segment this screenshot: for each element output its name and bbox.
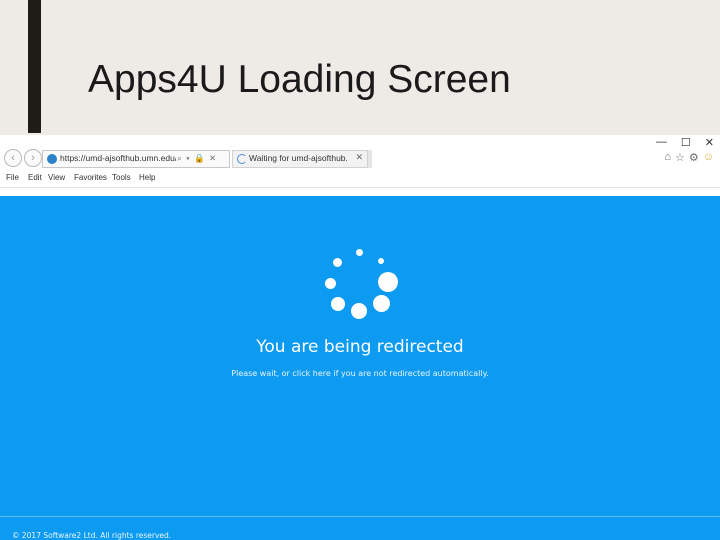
home-icon[interactable]: ⌂ [664,151,671,164]
settings-gear-icon[interactable]: ⚙ [689,151,699,164]
menu-help[interactable]: Help [139,173,155,182]
feedback-smiley-icon[interactable]: ☺ [703,151,714,164]
back-button[interactable]: ‹ [4,149,22,167]
minimize-icon[interactable]: — [656,136,667,149]
favorites-star-icon[interactable]: ☆ [675,151,685,164]
maximize-icon[interactable]: ☐ [681,136,691,149]
spinner-dot [351,303,367,319]
spinner-dot [378,272,398,292]
spinner-dot [325,278,336,289]
redirect-heading: You are being redirected [256,337,464,357]
menu-edit[interactable]: Edit [28,173,42,182]
spinner-dot [333,258,342,267]
address-bar[interactable]: https://umd-ajsofthub.umn.edu/sso ⌕ ▾ 🔒 … [42,150,230,168]
new-tab-area[interactable] [368,150,372,168]
menu-file[interactable]: File [6,173,19,182]
browser-tab[interactable]: Waiting for umd-ajsofthub.... ✕ [232,150,368,168]
footer-divider [0,516,720,517]
copyright-text: © 2017 Software2 Ltd. All rights reserve… [12,531,172,540]
tab-close-icon[interactable]: ✕ [355,152,363,163]
slide-title: Apps4U Loading Screen [88,58,511,101]
spinner-dot [331,297,345,311]
spinner-dot [378,258,384,264]
spinner-dot [356,249,363,256]
redirect-link[interactable]: Please wait, or click here if you are no… [0,369,720,378]
slide-accent-bar [28,0,41,133]
browser-toolbar-icons: ⌂ ☆ ⚙ ☺ [664,151,714,164]
loading-spinner [0,196,720,540]
tab-title: Waiting for umd-ajsofthub.... [249,153,347,163]
address-actions[interactable]: ⌕ ▾ 🔒 ✕ [177,153,217,164]
browser-top-bar: ‹ › https://umd-ajsofthub.umn.edu/sso ⌕ … [0,135,720,169]
spinner-dot [373,295,390,312]
menu-bar: File Edit View Favorites Tools Help [0,169,720,188]
menu-favorites[interactable]: Favorites [74,173,107,182]
browser-screenshot: ‹ › https://umd-ajsofthub.umn.edu/sso ⌕ … [0,135,720,540]
ie-logo-icon [47,154,57,164]
tab-loading-icon [237,154,247,164]
redirect-page: You are being redirected Please wait, or… [0,196,720,540]
menu-view[interactable]: View [48,173,65,182]
forward-button[interactable]: › [24,149,42,167]
close-window-icon[interactable]: ✕ [705,136,714,149]
menu-tools[interactable]: Tools [112,173,131,182]
address-url: https://umd-ajsofthub.umn.edu/sso [60,153,176,163]
window-controls: — ☐ ✕ [656,136,714,149]
